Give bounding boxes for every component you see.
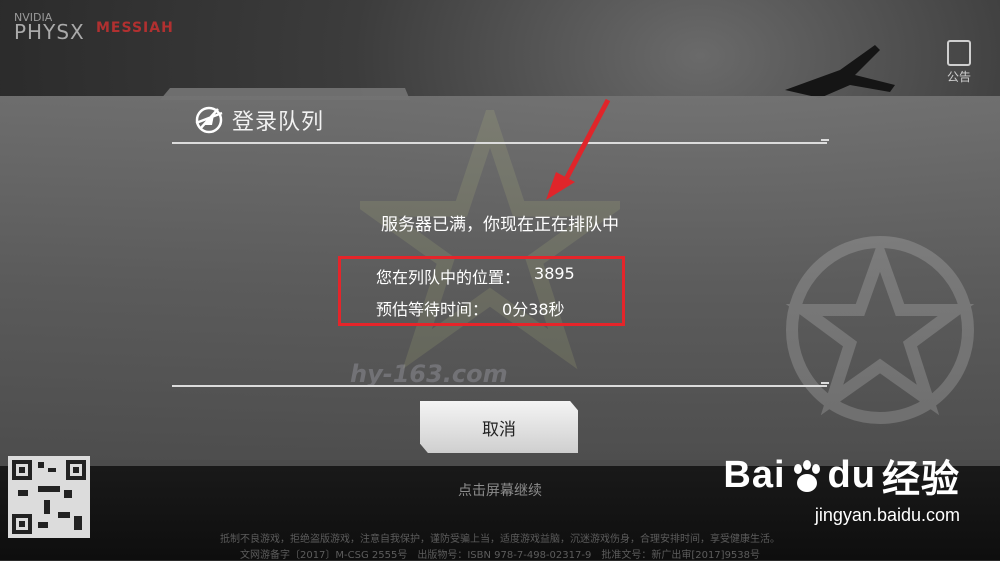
jet-silhouette [785, 45, 895, 98]
footer-line-2: 文网游备字〔2017〕M-CSG 2555号 出版物号：ISBN 978-7-4… [239, 550, 761, 561]
queue-position-label: 您在列队中的位置： [376, 268, 521, 287]
notice-button[interactable]: 公告 [936, 40, 982, 85]
baidu-brand: Bai du 经验 [723, 454, 960, 501]
baidu-url: jingyan.baidu.com [814, 505, 960, 525]
wait-time-row: 预估等待时间： 0分38秒 [376, 296, 565, 320]
footer-line-1: 抵制不良游戏，拒绝盗版游戏，注意自我保护，谨防受骗上当，适度游戏益脑，沉迷游戏伤… [220, 534, 780, 545]
bottom-divider [172, 382, 829, 387]
right-emblem-watermark [785, 236, 975, 424]
qr-code [8, 456, 90, 538]
physx-label: PHYSX [14, 20, 85, 44]
wait-time-label: 预估等待时间： [376, 300, 489, 319]
title-emblem-icon [195, 106, 223, 134]
queue-position-row: 您在列队中的位置： 3895 [376, 264, 575, 288]
dialog-title-row: 登录队列 [192, 104, 324, 136]
side-menu: 公告 [936, 40, 982, 101]
baidu-paw-icon [793, 459, 820, 492]
dialog-title: 登录队列 [232, 110, 325, 135]
server-full-message: 服务器已满，你现在正在排队中 [381, 215, 619, 235]
baidu-jingyan-watermark: Bai du 经验 jingyan.baidu.com [723, 448, 960, 526]
cancel-label: 取消 [482, 419, 516, 440]
center-emblem-watermark [360, 110, 620, 370]
notice-icon [947, 40, 971, 66]
site-watermark: hy-163.com [350, 360, 508, 388]
title-divider [172, 139, 829, 144]
queue-position-value: 3895 [534, 264, 575, 283]
wait-time-value: 0分38秒 [502, 300, 565, 319]
cancel-button[interactable]: 取消 [420, 401, 578, 453]
notice-label: 公告 [946, 70, 971, 84]
messiah-logo: MESSIAH [96, 20, 174, 36]
physx-logo: NVIDIA PHYSX [14, 12, 85, 44]
